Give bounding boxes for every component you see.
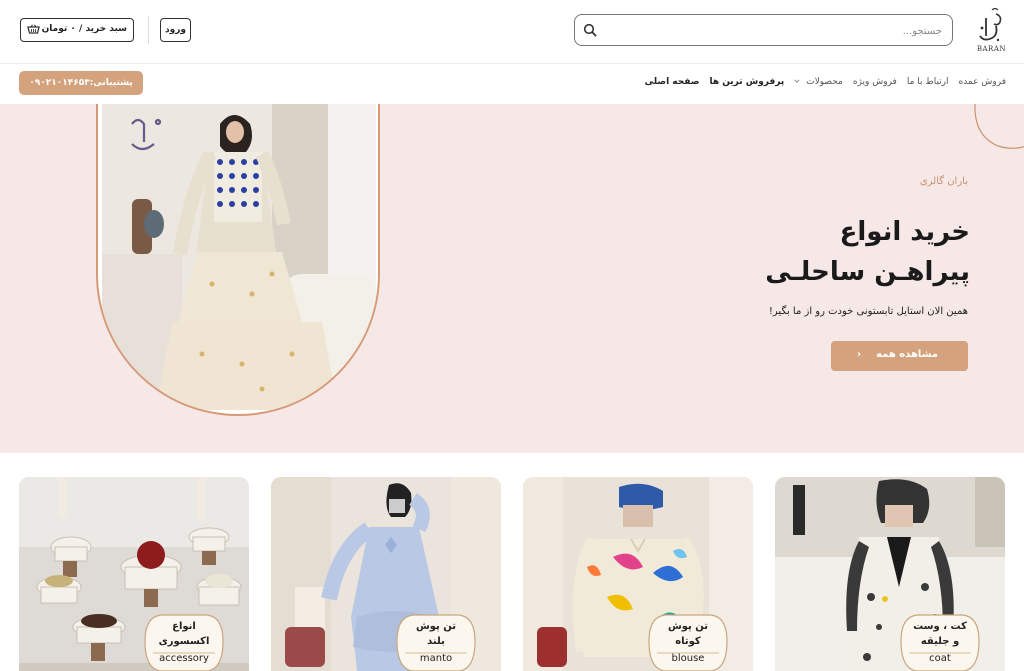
nav-list: صفحه اصلی پرفروش ترین ها محصولات فروش وی… [645, 77, 1006, 87]
category-title-fa: کت ، وست و جلیقه [897, 619, 983, 649]
hero-tag: باران گالری [919, 176, 968, 187]
chevron-down-icon [794, 79, 800, 83]
hero-subtitle: همین الان استایل تابستونی خودت رو از ما … [768, 306, 968, 317]
nav-item-bestsellers[interactable]: پرفروش ترین ها [709, 77, 784, 87]
category-title-fa-line-1: تن پوش [667, 621, 709, 632]
category-title-en: accessory [159, 653, 209, 664]
category-title-fa: تن پوش کوتاه [645, 619, 731, 649]
login-button[interactable]: ورود [160, 18, 191, 42]
category-title-fa-line-1: کت ، وست [913, 621, 967, 632]
category-title-fa-line-2: بلند [427, 636, 445, 647]
search-icon[interactable] [583, 23, 597, 37]
category-card-accessory[interactable]: انواع اکسسوری accessory [19, 477, 249, 671]
decorative-curve [974, 104, 1024, 149]
category-title-fa: انواع اکسسوری [141, 619, 227, 649]
see-all-button[interactable]: مشاهده همه ‹ [831, 341, 968, 371]
category-title-fa-line-1: انواع [172, 621, 196, 632]
category-title-fa-line-2: و جلیقه [920, 636, 960, 647]
category-title-fa: تن پوش بلند [393, 619, 479, 649]
nav-item-products-label: محصولات [806, 77, 843, 87]
search-bar [574, 14, 953, 46]
hero-model-photo [102, 104, 376, 410]
category-cards: انواع اکسسوری accessory تن پوش بلند mant… [0, 453, 1024, 671]
nav-item-special-sale[interactable]: فروش ویژه [853, 77, 897, 87]
hero-title: خرید انواع پیراهـن ساحلـی [670, 212, 970, 292]
hero-photo-frame [96, 104, 380, 416]
nav-item-products[interactable]: محصولات [794, 77, 843, 87]
cart-button[interactable]: سبد خرید / ۰ تومان [20, 18, 134, 42]
support-phone-button[interactable]: پشتیبانی:۰۹۰۲۱۰۱۴۶۵۳ [19, 71, 143, 95]
category-card-coat[interactable]: کت ، وست و جلیقه coat [775, 477, 1005, 671]
header-divider [148, 16, 149, 44]
logo-wordmark: BARAN [976, 45, 1006, 53]
cart-icon [27, 24, 40, 34]
category-title-en: manto [419, 653, 453, 664]
hero-title-line-1: خرید انواع [839, 217, 970, 247]
chevron-left-icon: ‹ [857, 349, 862, 360]
main-nav: صفحه اصلی پرفروش ترین ها محصولات فروش وی… [0, 64, 1024, 104]
search-input[interactable] [622, 21, 942, 41]
category-title-en: blouse [671, 653, 705, 664]
cart-label: سبد خرید / ۰ تومان [41, 24, 127, 34]
category-title-en: coat [929, 653, 951, 664]
nav-item-wholesale[interactable]: فروش عمده [959, 77, 1006, 87]
nav-item-home[interactable]: صفحه اصلی [645, 77, 700, 87]
nav-item-contact[interactable]: ارتباط با ما [907, 77, 949, 87]
category-card-blouse[interactable]: تن پوش کوتاه blouse [523, 477, 753, 671]
category-card-manto[interactable]: تن پوش بلند manto [271, 477, 501, 671]
site-header: BARAN ورود سبد خرید / ۰ تومان [0, 0, 1024, 64]
see-all-label: مشاهده همه [876, 349, 938, 360]
hero-banner: باران گالری خرید انواع پیراهـن ساحلـی هم… [0, 104, 1024, 453]
category-title-fa-line-2: کوتاه [675, 636, 701, 647]
hero-title-line-2: پیراهـن ساحلـی [765, 257, 970, 287]
category-title-fa-line-2: اکسسوری [158, 636, 210, 647]
category-title-fa-line-1: تن پوش [415, 621, 457, 632]
